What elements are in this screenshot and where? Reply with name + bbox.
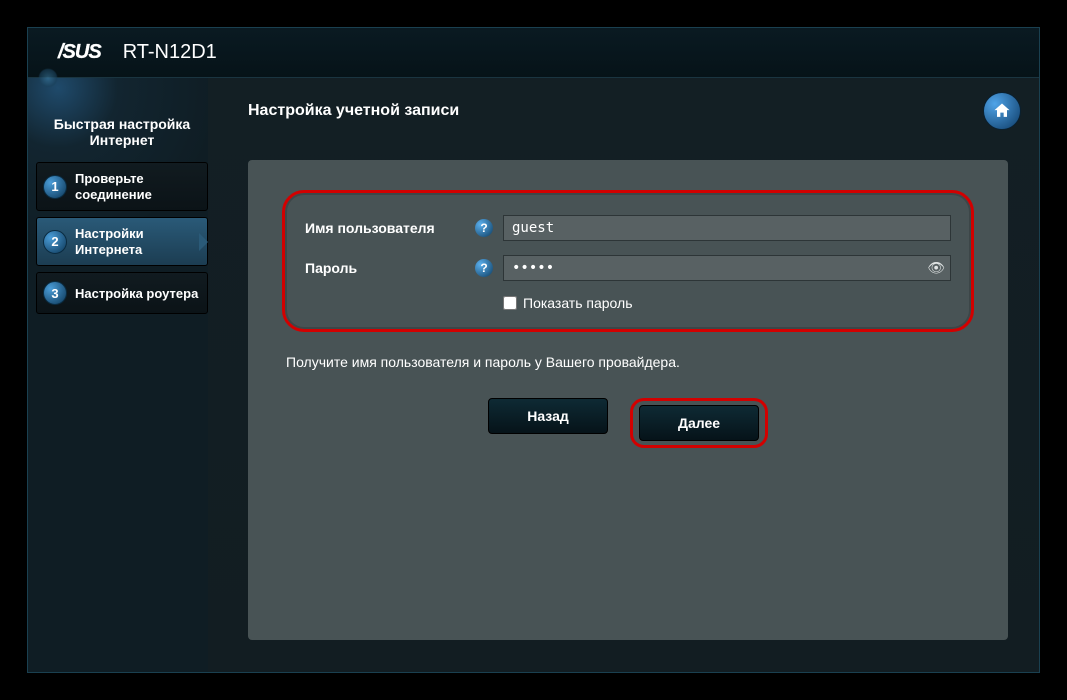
show-password-label: Показать пароль xyxy=(523,295,633,311)
show-password-eye-icon[interactable]: 👁 xyxy=(927,260,945,277)
model-name: RT-N12D1 xyxy=(123,41,217,64)
step-number-icon: 1 xyxy=(43,175,67,199)
app-frame: /SUS RT-N12D1 Быстрая настройка Интернет… xyxy=(27,27,1040,673)
step-1-check-connection[interactable]: 1 Проверьте соединение xyxy=(36,162,208,211)
step-label: Настройки Интернета xyxy=(75,226,201,257)
next-button-highlight: Далее xyxy=(630,398,768,448)
password-input[interactable] xyxy=(503,255,951,281)
brand-logo: /SUS xyxy=(58,41,101,64)
home-icon xyxy=(992,101,1012,121)
main-area: Настройка учетной записи Имя пользовател… xyxy=(208,78,1039,672)
show-password-checkbox[interactable] xyxy=(503,296,517,310)
content-panel: Имя пользователя ? Пароль ? 👁 xyxy=(248,160,1008,640)
username-input[interactable] xyxy=(503,215,951,241)
step-label: Проверьте соединение xyxy=(75,171,201,202)
next-button[interactable]: Далее xyxy=(639,405,759,441)
home-button[interactable] xyxy=(983,92,1021,130)
qis-title: Быстрая настройка Интернет xyxy=(36,110,208,162)
provider-hint: Получите имя пользователя и пароль у Ваш… xyxy=(286,354,974,370)
username-label: Имя пользователя xyxy=(305,220,475,236)
step-number-icon: 3 xyxy=(43,281,67,305)
step-2-internet-settings[interactable]: 2 Настройки Интернета xyxy=(36,217,208,266)
credentials-form-highlight: Имя пользователя ? Пароль ? 👁 xyxy=(282,190,974,332)
button-row: Назад Далее xyxy=(282,398,974,448)
step-3-router-setup[interactable]: 3 Настройка роутера xyxy=(36,272,208,314)
back-button[interactable]: Назад xyxy=(488,398,608,434)
help-icon[interactable]: ? xyxy=(475,219,493,237)
header: /SUS RT-N12D1 xyxy=(28,28,1039,78)
step-number-icon: 2 xyxy=(43,230,67,254)
help-icon[interactable]: ? xyxy=(475,259,493,277)
password-label: Пароль xyxy=(305,260,475,276)
page-title: Настройка учетной записи xyxy=(248,102,1015,120)
step-label: Настройка роутера xyxy=(75,286,198,302)
sidebar: Быстрая настройка Интернет 1 Проверьте с… xyxy=(28,78,208,672)
